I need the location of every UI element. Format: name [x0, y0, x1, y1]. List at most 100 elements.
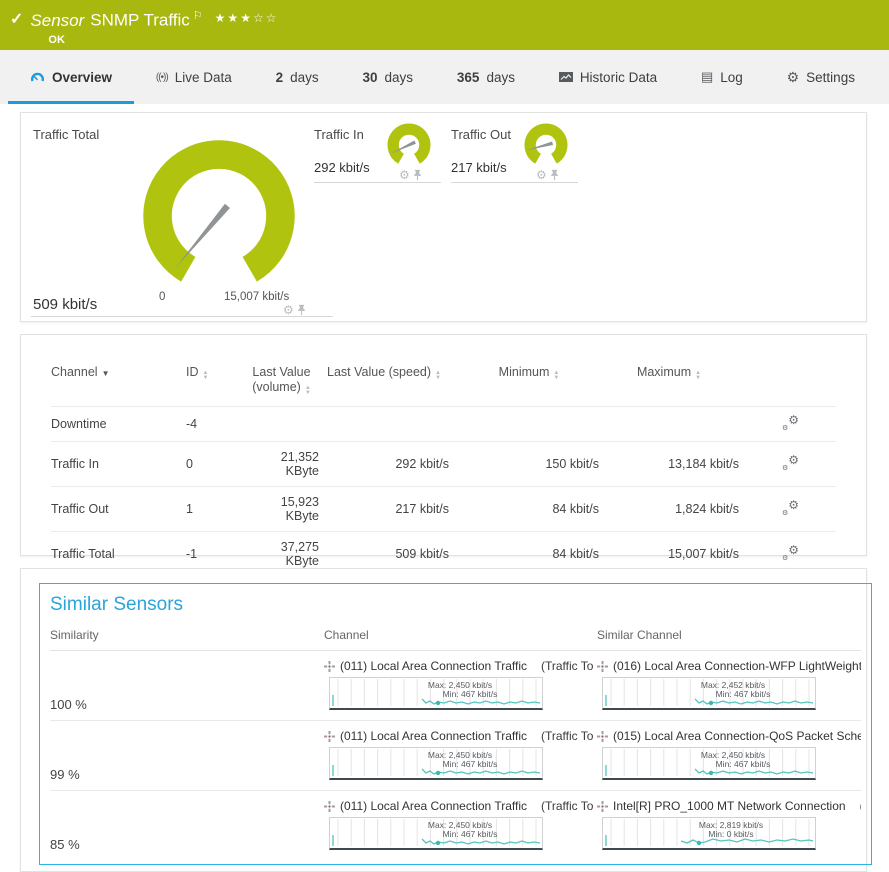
cell-id: 1 [186, 487, 244, 532]
column-header-last-volume[interactable]: Last Value (volume)▲▼ [244, 361, 319, 407]
channel-mini-graph[interactable]: Max: 2,450 kbit/s Min: 467 kbit/s [329, 817, 543, 850]
status-ok-check-icon: ✓ [10, 9, 23, 50]
pin-icon[interactable] [413, 169, 422, 181]
channel-name[interactable]: (011) Local Area Connection Traffic [340, 659, 527, 673]
channel-settings-gears-icon[interactable]: ⚙⚙ [782, 500, 799, 515]
column-header-channel[interactable]: Channel▼ [51, 361, 186, 407]
column-header-label: ID [186, 365, 199, 379]
channel-name-suffix: (Traffic To [541, 729, 593, 743]
similar-channel-mini-graph[interactable]: Max: 2,452 kbit/s Min: 467 kbit/s [602, 677, 816, 710]
similar-channel-name[interactable]: Intel[R] PRO_1000 MT Network Connection [613, 799, 846, 813]
sensor-title-block: SensorSNMP Traffic⚐★★★☆☆ OK [30, 0, 278, 50]
traffic-out-label: Traffic Out [451, 127, 511, 142]
page-title: SNMP Traffic [90, 11, 190, 30]
move-crosshair-icon[interactable] [324, 731, 335, 742]
sensor-header: ✓ SensorSNMP Traffic⚐★★★☆☆ OK [0, 0, 889, 50]
traffic-total-gauge [129, 137, 309, 295]
cell-minimum: 84 kbit/s [459, 487, 599, 532]
similar-channel-mini-graph[interactable]: Max: 2,819 kbit/s Min: 0 kbit/s [602, 817, 816, 850]
tab-log[interactable]: ▤ Log [693, 50, 751, 104]
tab-settings[interactable]: ⚙ Settings [779, 50, 863, 104]
move-crosshair-icon[interactable] [324, 801, 335, 812]
channel-name[interactable]: (011) Local Area Connection Traffic [340, 729, 527, 743]
cell-channel: Traffic In [51, 442, 186, 487]
move-crosshair-icon[interactable] [597, 661, 608, 672]
flag-icon[interactable]: ⚐ [193, 10, 203, 22]
column-header-minimum[interactable]: Minimum▲▼ [459, 361, 599, 407]
similar-channel-mini-graph[interactable]: Max: 2,450 kbit/s Min: 467 kbit/s [602, 747, 816, 780]
column-header-label: Minimum [499, 365, 550, 379]
cell-last-volume [244, 407, 319, 442]
move-crosshair-icon[interactable] [324, 661, 335, 672]
pin-icon[interactable] [297, 304, 306, 316]
column-header-label: Channel [51, 365, 98, 379]
channel-name[interactable]: (011) Local Area Connection Traffic [340, 799, 527, 813]
cell-maximum [599, 407, 745, 442]
move-crosshair-icon[interactable] [597, 801, 608, 812]
similarity-value: 99 % [50, 721, 324, 790]
channel-mini-graph[interactable]: Max: 2,450 kbit/s Min: 467 kbit/s [329, 747, 543, 780]
tab-historic-data[interactable]: Historic Data [551, 50, 665, 104]
graph-min-label: Min: 467 kbit/s [443, 759, 498, 769]
channel-table-panel: Channel▼ ID▲▼ Last Value (volume)▲▼ Last… [20, 334, 867, 556]
gear-icon[interactable]: ⚙ [399, 168, 410, 182]
gauge-corner-icons[interactable]: ⚙ [283, 303, 306, 317]
divider [314, 182, 441, 183]
tab-label: Live Data [175, 70, 232, 85]
cell-channel: Downtime [51, 407, 186, 442]
similar-sensor-row: 100 % (011) Local Area Connection Traffi… [50, 651, 861, 721]
sort-icon: ▲▼ [695, 371, 701, 381]
column-header-similar-channel: Similar Channel [597, 628, 861, 642]
divider [451, 182, 578, 183]
similar-channel-name[interactable]: (015) Local Area Connection-QoS Packet S… [613, 729, 861, 743]
tab-label: days [486, 70, 515, 85]
traffic-total-value: 509 kbit/s [33, 296, 97, 313]
tab-number: 2 [276, 70, 284, 85]
gauge-corner-icons[interactable]: ⚙ [399, 168, 422, 182]
log-icon: ▤ [701, 69, 713, 85]
gauge-corner-icons[interactable]: ⚙ [536, 168, 559, 182]
similar-sensors-header-row: Similarity Channel Similar Channel [50, 628, 861, 651]
gear-icon[interactable]: ⚙ [536, 168, 547, 182]
column-header-label: Last Value (volume) [252, 365, 310, 394]
historic-data-icon [559, 71, 573, 83]
similar-channel-name[interactable]: (016) Local Area Connection-WFP LightWei… [613, 659, 861, 673]
tab-overview[interactable]: Overview [22, 50, 120, 104]
tab-live-data[interactable]: ((•)) Live Data [148, 50, 240, 104]
gear-icon[interactable]: ⚙ [283, 303, 294, 317]
channel-name-line: (011) Local Area Connection Traffic (Tra… [324, 798, 597, 814]
similarity-value: 100 % [50, 651, 324, 720]
column-header-last-speed[interactable]: Last Value (speed)▲▼ [319, 361, 459, 407]
graph-min-label: Min: 0 kbit/s [708, 829, 753, 839]
tab-30-days[interactable]: 30 days [355, 50, 422, 104]
column-header-id[interactable]: ID▲▼ [186, 361, 244, 407]
channel-table: Channel▼ ID▲▼ Last Value (volume)▲▼ Last… [51, 361, 836, 576]
similar-sensor-row: 85 % (011) Local Area Connection Traffic… [50, 791, 861, 860]
column-header-similarity: Similarity [50, 628, 324, 642]
tab-2-days[interactable]: 2 days [268, 50, 327, 104]
similar-sensors-box: Similar Sensors Similarity Channel Simil… [39, 583, 872, 865]
sensor-page: ✓ SensorSNMP Traffic⚐★★★☆☆ OK Overview (… [0, 0, 889, 872]
channel-settings-gears-icon[interactable]: ⚙⚙ [782, 415, 799, 430]
column-header-maximum[interactable]: Maximum▲▼ [599, 361, 745, 407]
sort-icon: ▲▼ [553, 371, 559, 381]
priority-stars[interactable]: ★★★☆☆ [215, 11, 279, 25]
channel-name-suffix: (Traffic To [541, 659, 593, 673]
traffic-in-value: 292 kbit/s [314, 160, 370, 175]
tab-365-days[interactable]: 365 days [449, 50, 523, 104]
traffic-in-gauge [383, 121, 435, 169]
channel-cell: (011) Local Area Connection Traffic (Tra… [324, 721, 597, 790]
cell-maximum: 1,824 kbit/s [599, 487, 745, 532]
column-header-channel: Channel [324, 628, 597, 642]
status-badge: OK [48, 34, 278, 46]
traffic-out-value: 217 kbit/s [451, 160, 507, 175]
cell-minimum: 150 kbit/s [459, 442, 599, 487]
graph-min-label: Min: 467 kbit/s [443, 689, 498, 699]
sort-icon: ▲▼ [305, 386, 311, 396]
channel-settings-gears-icon[interactable]: ⚙⚙ [782, 455, 799, 470]
channel-settings-gears-icon[interactable]: ⚙⚙ [782, 545, 799, 560]
channel-mini-graph[interactable]: Max: 2,450 kbit/s Min: 467 kbit/s [329, 677, 543, 710]
move-crosshair-icon[interactable] [597, 731, 608, 742]
cell-id: 0 [186, 442, 244, 487]
pin-icon[interactable] [550, 169, 559, 181]
